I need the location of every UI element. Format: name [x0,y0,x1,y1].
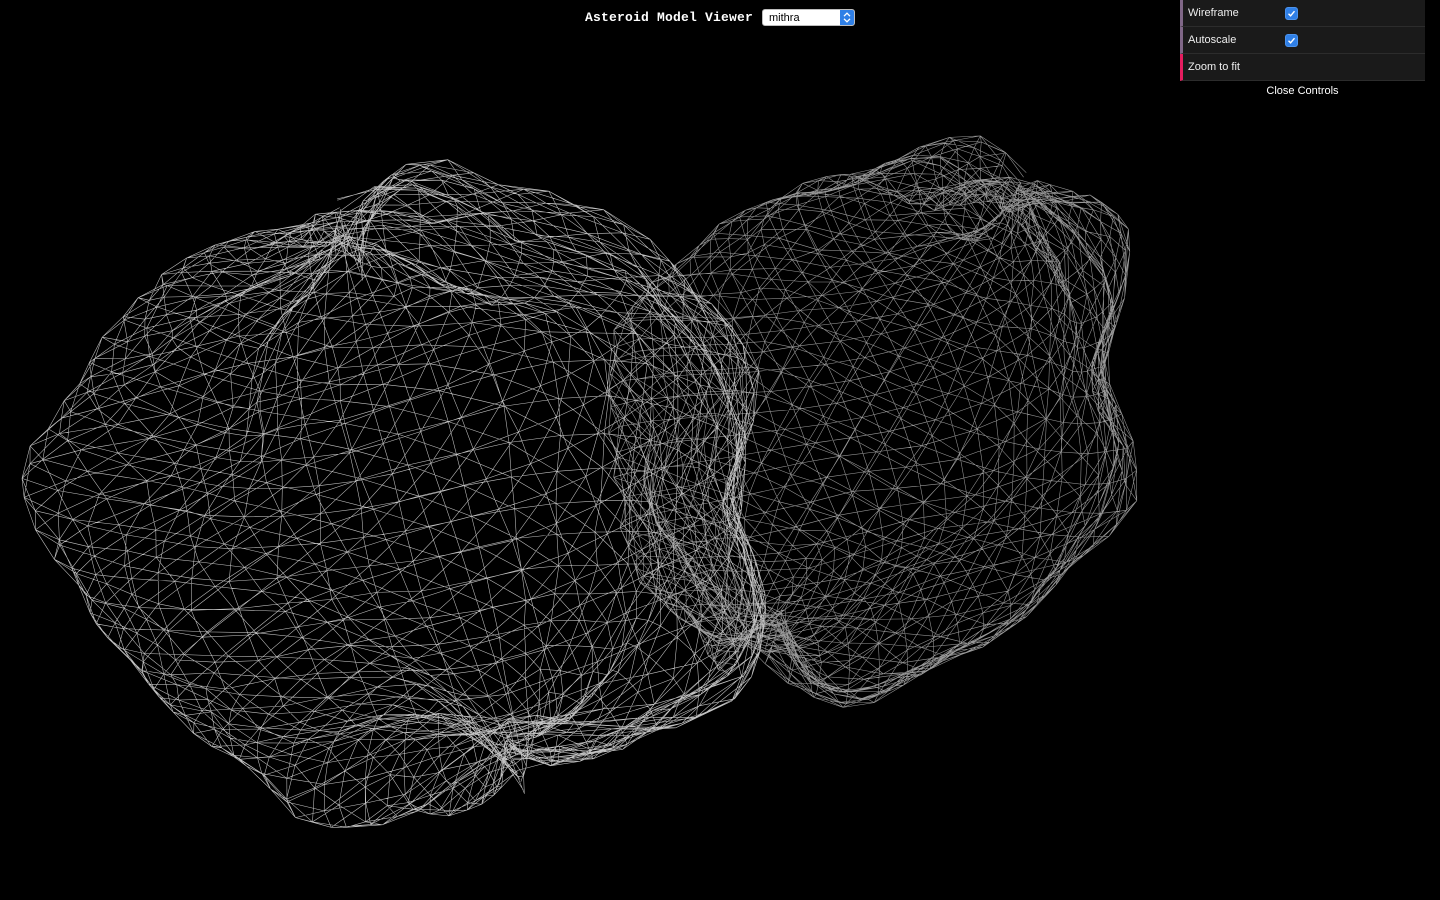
checkmark-icon [1288,10,1296,17]
wireframe-control[interactable]: Wireframe [1180,0,1425,27]
autoscale-checkbox[interactable] [1285,33,1298,47]
model-select-value: mithra [769,11,800,24]
zoom-to-fit-button[interactable]: Zoom to fit [1180,54,1425,81]
wireframe-lobe [608,135,1138,708]
select-arrows-icon [840,10,855,25]
model-select[interactable]: mithra [762,9,856,26]
3d-viewport[interactable] [0,0,1440,900]
wireframe-lobe [21,159,766,828]
autoscale-control[interactable]: Autoscale [1180,27,1425,54]
wireframe-checkbox[interactable] [1285,6,1298,20]
wireframe-label: Wireframe [1188,7,1239,19]
controls-panel: Wireframe Autoscale Zoom to fit Close Co… [1180,0,1425,101]
autoscale-label: Autoscale [1188,34,1237,46]
page-title: Asteroid Model Viewer [584,10,754,25]
zoom-to-fit-label: Zoom to fit [1188,61,1240,73]
close-controls-button[interactable]: Close Controls [1180,81,1425,101]
checkmark-icon [1288,37,1296,44]
asteroid-wireframe-mesh [21,135,1138,828]
